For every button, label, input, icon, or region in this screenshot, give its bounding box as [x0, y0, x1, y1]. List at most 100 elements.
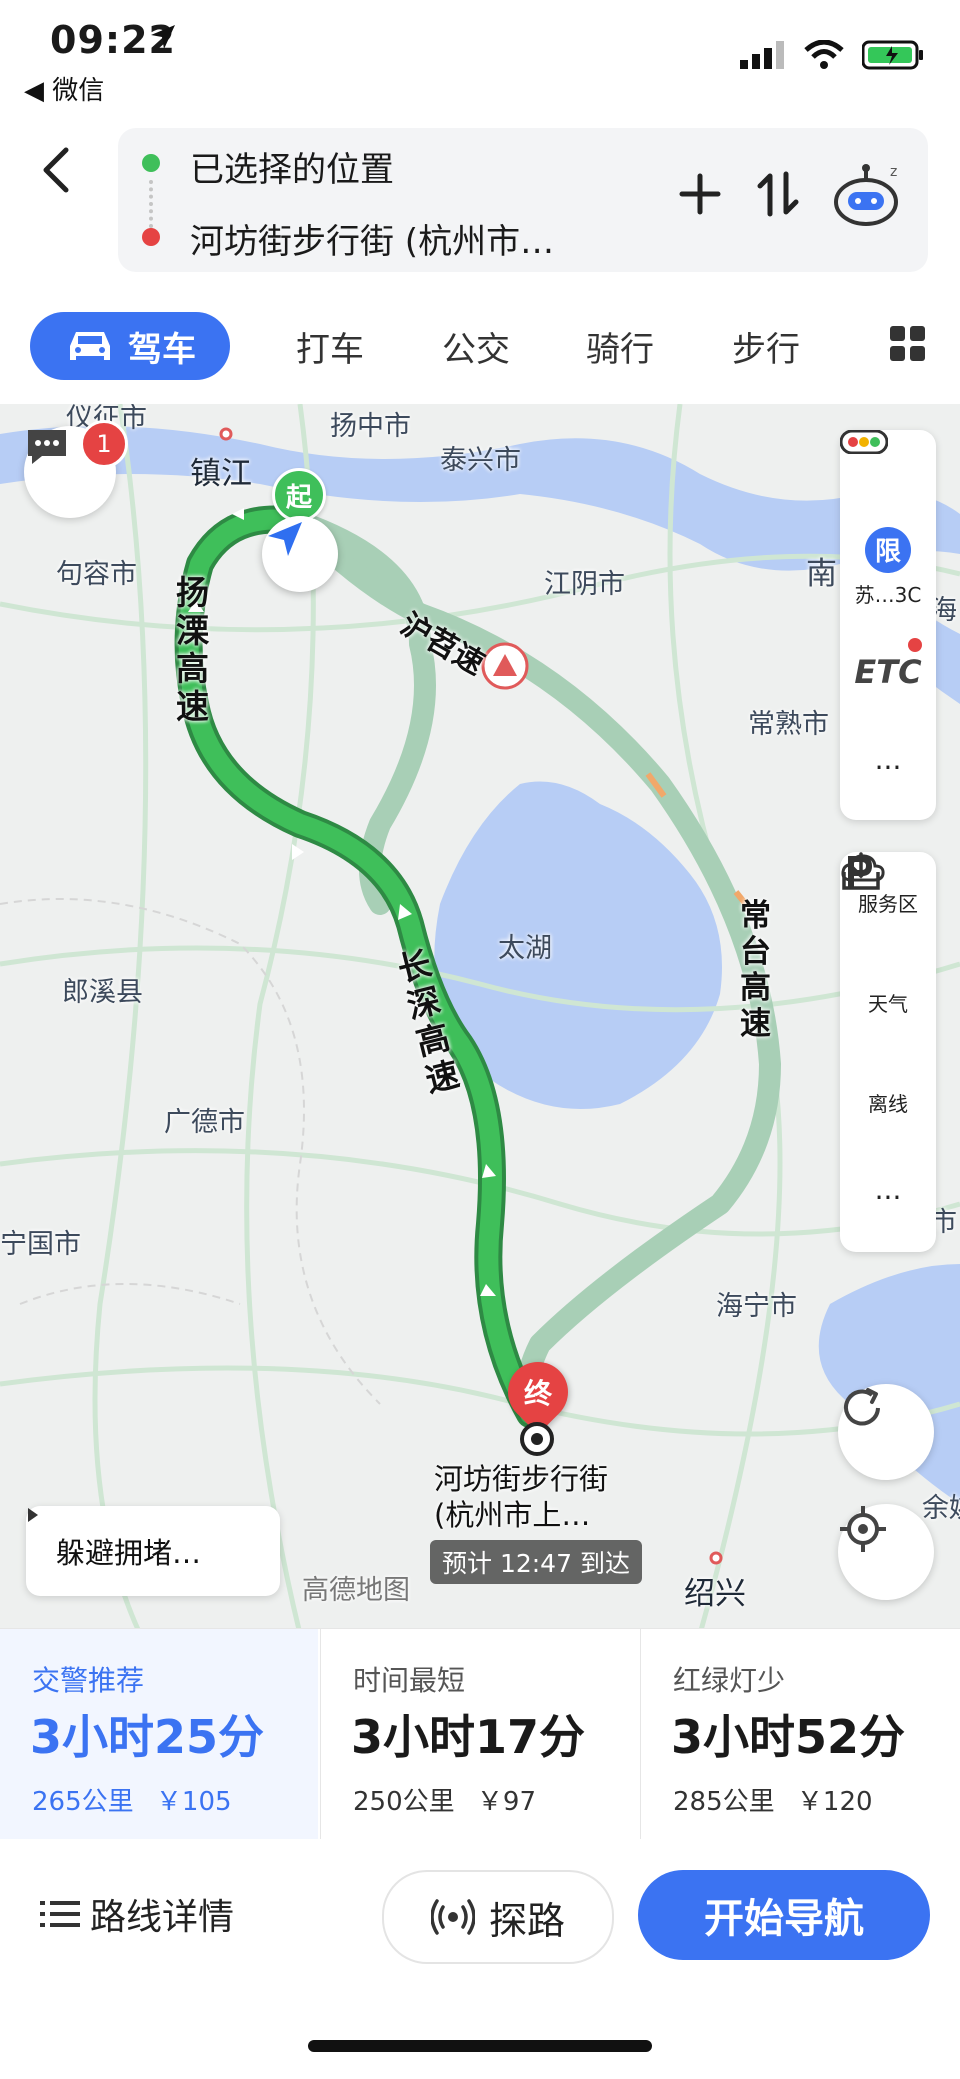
avoid-congestion-label: 躲避拥堵…: [56, 1536, 202, 1570]
map-label: 常熟市: [748, 709, 829, 740]
option-toll: ￥105: [155, 1787, 232, 1817]
option-toll: ￥120: [796, 1787, 873, 1817]
explore-road-label: 探路: [488, 1898, 565, 1943]
explore-road-button[interactable]: 探路: [382, 1870, 614, 1964]
offline-label: 离线: [868, 1091, 908, 1116]
tab-walk[interactable]: 步行: [732, 322, 800, 371]
avoid-congestion-button[interactable]: 躲避拥堵…: [26, 1506, 280, 1596]
map-label: 句容市: [56, 559, 137, 590]
start-navigation-button[interactable]: 开始导航: [638, 1870, 930, 1960]
wifi-icon: [804, 40, 844, 69]
destination-dot-icon: [142, 228, 160, 246]
more-layers-button[interactable]: ···: [840, 1152, 936, 1242]
option-label: 时间最短: [353, 1664, 466, 1697]
play-arrow-icon: [28, 1508, 38, 1522]
road-label-yangli: 扬溧高速: [176, 573, 209, 726]
etc-icon: ETC: [854, 653, 922, 691]
map-label: 江阴市: [544, 569, 625, 600]
broadcast-icon: [430, 1899, 475, 1935]
back-to-app-link[interactable]: ◀ 微信: [24, 70, 104, 107]
status-icons: [740, 40, 924, 70]
etc-button[interactable]: ETC: [840, 622, 936, 722]
car-icon: [70, 332, 110, 360]
restriction-icon: 限: [865, 526, 911, 573]
offline-button[interactable]: 离线: [840, 852, 936, 1152]
add-waypoint-icon[interactable]: [678, 172, 722, 216]
location-arrow-icon: [148, 22, 178, 56]
destination-field[interactable]: 河坊街步行街 (杭州市…: [190, 214, 554, 263]
route-details-label: 路线详情: [90, 1897, 235, 1938]
route-option-fewer-lights[interactable]: 红绿灯少 3小时52分 285公里 ￥120: [640, 1629, 959, 1839]
tab-taxi[interactable]: 打车: [296, 322, 364, 371]
back-button[interactable]: [36, 140, 76, 200]
option-meta: 265公里 ￥105: [32, 1781, 232, 1818]
start-marker: 起: [272, 468, 326, 522]
option-meta: 285公里 ￥120: [673, 1781, 873, 1818]
current-location-arrow-icon: [262, 516, 338, 592]
route-options: 交警推荐 3小时25分 265公里 ￥105 时间最短 3小时17分 250公里…: [0, 1628, 960, 1839]
map-label: 镇江: [190, 456, 252, 492]
option-distance: 250公里: [353, 1787, 455, 1817]
option-distance: 285公里: [673, 1787, 775, 1817]
more-modes-grid-icon[interactable]: [890, 326, 926, 366]
destination-map-label-2: (杭州市上…: [434, 1498, 591, 1532]
chevron-left-icon: [43, 147, 69, 193]
download-icon: [842, 852, 880, 890]
map-label: 绍兴: [684, 1576, 746, 1612]
home-indicator: [308, 2040, 652, 2052]
traffic-restriction-button[interactable]: 限 苏…3C: [840, 512, 936, 622]
option-time: 3小时17分: [351, 1710, 586, 1764]
amap-watermark: 高德地图: [302, 1575, 410, 1606]
road-label-changtai: 常台高速: [740, 898, 771, 1042]
tab-drive-label: 驾车: [128, 329, 196, 370]
map-label: 泰兴市: [440, 445, 521, 476]
route-option-recommended[interactable]: 交警推荐 3小时25分 265公里 ￥105: [0, 1629, 318, 1839]
map-label: 广德市: [164, 1107, 245, 1138]
route-details-button[interactable]: 路线详情: [40, 1888, 234, 1940]
message-badge: 1: [80, 420, 128, 468]
map-label: 南: [806, 556, 837, 592]
tab-ride[interactable]: 骑行: [586, 322, 654, 371]
route-option-fastest[interactable]: 时间最短 3小时17分 250公里 ￥97: [320, 1629, 639, 1839]
signal-icon: [740, 41, 784, 69]
chat-bubble-icon: [28, 430, 66, 464]
traffic-light-icon: [840, 430, 888, 454]
tab-transit[interactable]: 公交: [442, 322, 510, 371]
swap-route-icon[interactable]: [756, 170, 800, 218]
map-label: 余姚: [922, 1493, 960, 1524]
map-label: 海宁市: [716, 1291, 797, 1322]
option-distance: 265公里: [32, 1787, 134, 1817]
map-layers-panel: 服务区 天气 离线 ···: [840, 852, 936, 1252]
eta-badge: 预计 12:47 到达: [430, 1540, 642, 1584]
route-connector: [149, 180, 157, 228]
origin-field[interactable]: 已选择的位置: [190, 142, 394, 191]
refresh-route-button[interactable]: [838, 1384, 934, 1480]
map-label: 郎溪县: [62, 977, 143, 1008]
destination-target-icon: [520, 1422, 554, 1456]
option-toll: ￥97: [476, 1787, 536, 1817]
list-icon: [40, 1901, 80, 1927]
more-tools-button[interactable]: ···: [840, 722, 936, 812]
traffic-light-toggle[interactable]: [840, 430, 936, 512]
option-meta: 250公里 ￥97: [353, 1781, 536, 1818]
robot-assistant-icon[interactable]: z: [834, 162, 904, 226]
refresh-icon: [844, 1388, 880, 1426]
map-view[interactable]: 仪征市 扬中市 泰兴市 镇江 句容市 江阴市 南 海 常熟市 太湖 郎溪县 广德…: [0, 404, 960, 1634]
etc-dot: [908, 638, 922, 652]
locate-me-button[interactable]: [838, 1504, 934, 1600]
option-label: 交警推荐: [32, 1664, 145, 1697]
tab-drive[interactable]: 驾车: [30, 312, 230, 380]
svg-text:z: z: [890, 164, 897, 180]
option-time: 3小时52分: [671, 1710, 906, 1764]
map-label: 太湖: [498, 933, 552, 964]
route-input-box: 已选择的位置 河坊街步行街 (杭州市… z: [118, 128, 928, 272]
battery-icon: [862, 40, 923, 70]
weather-button[interactable]: 天气: [840, 854, 936, 1052]
option-time: 3小时25分: [30, 1710, 265, 1764]
option-label: 红绿灯少: [673, 1664, 786, 1697]
map-tools-panel: 限 苏…3C ETC ···: [840, 430, 936, 820]
map-label: 扬中市: [330, 411, 411, 442]
crosshair-icon: [840, 1506, 886, 1552]
origin-dot-icon: [142, 154, 160, 172]
end-marker: 终: [523, 1377, 552, 1410]
